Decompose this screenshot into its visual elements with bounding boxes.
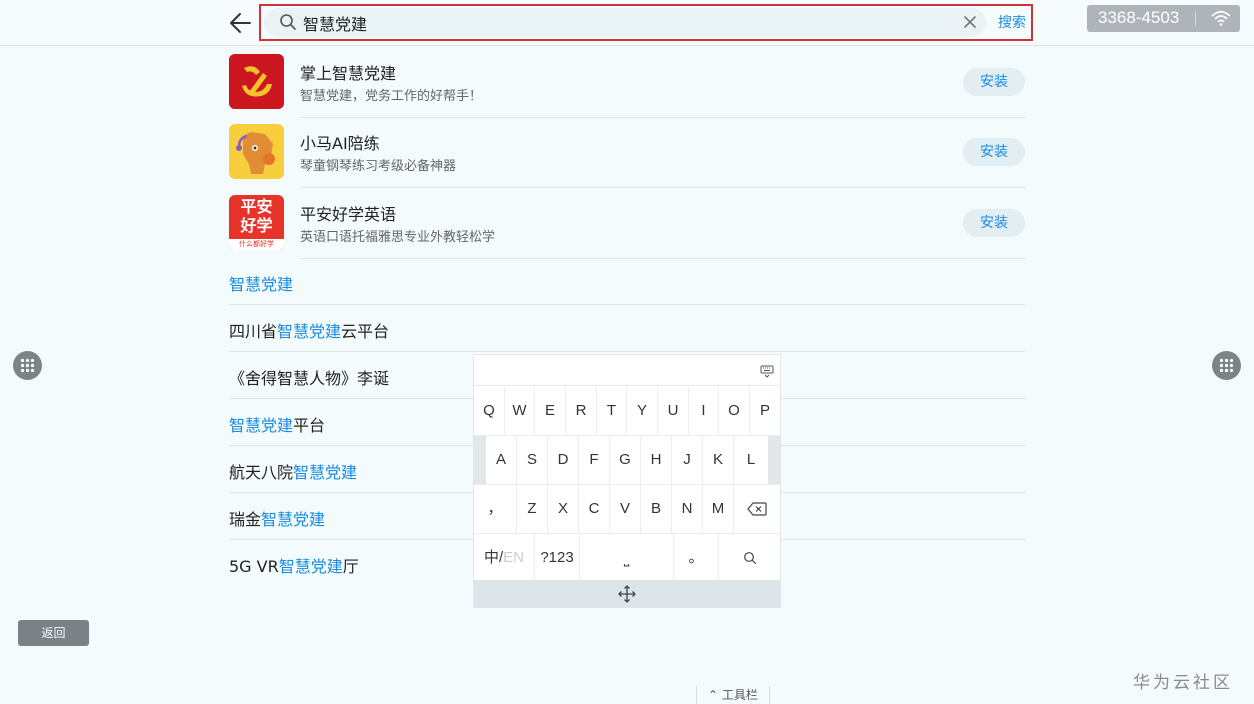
key-p[interactable]: P (750, 387, 780, 435)
suggestion-item[interactable]: 四川省智慧党建云平台 (229, 305, 1025, 352)
key-n[interactable]: N (672, 485, 703, 533)
key-a[interactable]: A (486, 436, 517, 484)
key-x[interactable]: X (548, 485, 579, 533)
key-y[interactable]: Y (627, 387, 658, 435)
key-lang-switch[interactable]: 中/EN (474, 534, 535, 582)
grid-menu-icon-right[interactable] (1212, 351, 1241, 380)
key-numbers[interactable]: ?123 (535, 534, 580, 582)
app-name: 掌上智慧党建 (300, 64, 397, 83)
wifi-icon (1211, 9, 1231, 27)
key-m[interactable]: M (703, 485, 734, 533)
badge-divider (1195, 11, 1196, 26)
clear-icon[interactable] (961, 13, 979, 31)
app-icon-party (229, 54, 284, 109)
app-description: 智慧党建，党务工作的好帮手！ (300, 89, 483, 104)
app-name: 小马AI陪练 (300, 134, 380, 153)
app-icon-pingan: 平安 好学 什么都好学 (229, 195, 284, 250)
backspace-icon (747, 502, 767, 516)
key-search[interactable] (719, 534, 780, 582)
suggestion-text: 智慧党建平台 (229, 416, 326, 435)
app-item[interactable]: 掌上智慧党建 智慧党建，党务工作的好帮手！ 安装 (229, 54, 1025, 124)
keyboard-hide-icon[interactable] (760, 363, 774, 378)
key-backspace[interactable] (734, 485, 780, 533)
suggestion-text: 航天八院智慧党建 (229, 463, 358, 482)
toolbar-toggle[interactable]: ⌃ 工具栏 (696, 686, 770, 704)
key-h[interactable]: H (641, 436, 672, 484)
back-arrow-icon[interactable] (226, 8, 256, 38)
move-icon (618, 585, 636, 603)
key-k[interactable]: K (703, 436, 734, 484)
install-button[interactable]: 安装 (963, 209, 1025, 237)
search-input[interactable] (303, 8, 943, 37)
search-icon (279, 13, 297, 31)
suggestion-item[interactable]: 智慧党建 (229, 258, 1025, 305)
key-g[interactable]: G (610, 436, 641, 484)
grid-menu-icon-left[interactable] (13, 351, 42, 380)
app-description: 英语口语托福雅思专业外教轻松学 (300, 230, 496, 245)
suggestion-text: 《舍得智慧人物》李诞 (229, 369, 390, 388)
key-b[interactable]: B (641, 485, 672, 533)
key-t[interactable]: T (597, 387, 627, 435)
key-d[interactable]: D (548, 436, 579, 484)
app-name: 平安好学英语 (300, 205, 397, 224)
suggestion-text: 四川省智慧党建云平台 (229, 322, 390, 341)
device-code: 3368-4503 (1098, 8, 1180, 27)
app-icon-slogan: 什么都好学 (229, 239, 284, 250)
key-v[interactable]: V (610, 485, 641, 533)
app-description: 琴童钢琴练习考级必备神器 (300, 159, 457, 174)
keyboard-toolbar (474, 355, 780, 386)
watermark: 华为云社区 (1133, 673, 1233, 693)
divider (300, 187, 1025, 188)
keyboard-side-pad (768, 436, 780, 484)
search-button[interactable]: 搜索 (994, 12, 1030, 34)
suggestion-text: 5G VR智慧党建厅 (229, 557, 359, 576)
device-badge: 3368-4503 (1087, 5, 1240, 32)
key-j[interactable]: J (672, 436, 703, 484)
chevron-up-icon: ⌃ (708, 688, 722, 702)
key-l[interactable]: L (734, 436, 768, 484)
app-icon-text: 平安 (240, 197, 273, 216)
divider (300, 117, 1025, 118)
app-item[interactable]: 小马AI陪练 琴童钢琴练习考级必备神器 安装 (229, 124, 1025, 194)
key-comma[interactable]: ， (474, 485, 517, 533)
key-r[interactable]: R (566, 387, 597, 435)
install-button[interactable]: 安装 (963, 138, 1025, 166)
key-z[interactable]: Z (517, 485, 548, 533)
keyboard-search-icon (743, 552, 756, 565)
key-w[interactable]: W (505, 387, 535, 435)
suggestion-text: 瑞金智慧党建 (229, 510, 326, 529)
return-button[interactable]: 返回 (18, 620, 89, 646)
key-o[interactable]: O (719, 387, 750, 435)
key-u[interactable]: U (658, 387, 689, 435)
keyboard-side-pad (474, 436, 486, 484)
key-e[interactable]: E (535, 387, 566, 435)
app-icon-pony (229, 124, 284, 179)
key-i[interactable]: I (689, 387, 719, 435)
key-s[interactable]: S (517, 436, 548, 484)
install-button[interactable]: 安装 (963, 68, 1025, 96)
virtual-keyboard: Q W E R T Y U I O P A S D F G H J K L ， … (473, 354, 781, 608)
suggestion-text: 智慧党建 (229, 275, 294, 294)
key-period[interactable]: 。 (674, 534, 719, 582)
key-space[interactable]: ⎵ (580, 534, 674, 582)
key-q[interactable]: Q (474, 387, 505, 435)
key-c[interactable]: C (579, 485, 610, 533)
app-icon-text: 好学 (240, 216, 273, 235)
keyboard-drag-bar[interactable] (474, 580, 780, 608)
app-item[interactable]: 平安 好学 什么都好学 平安好学英语 英语口语托福雅思专业外教轻松学 安装 (229, 195, 1025, 265)
key-f[interactable]: F (579, 436, 610, 484)
